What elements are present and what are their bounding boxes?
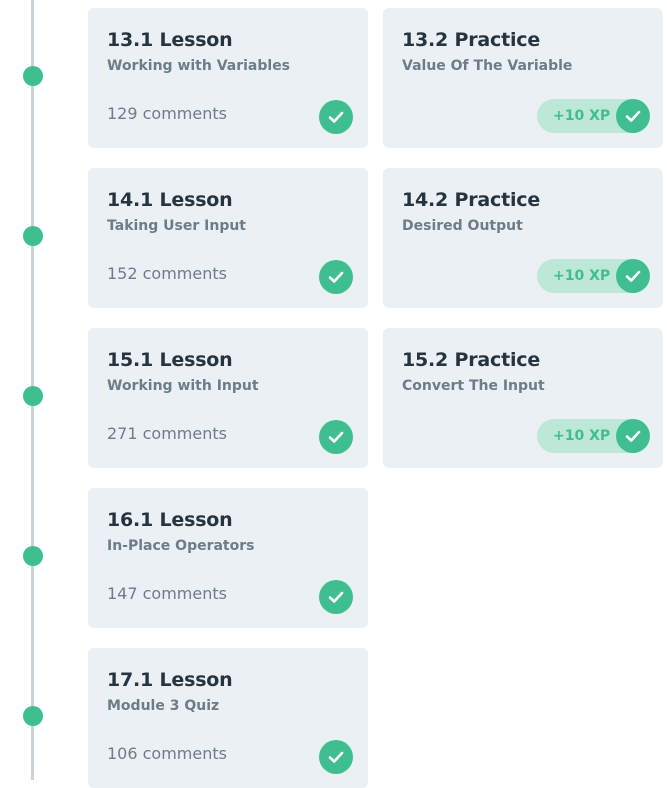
- timeline-dot: [23, 546, 43, 566]
- timeline-dot: [23, 66, 43, 86]
- lesson-title: 17.1 Lesson: [107, 669, 233, 691]
- timeline-dot: [23, 706, 43, 726]
- check-icon: [319, 740, 353, 774]
- xp-badge: +10 XP: [537, 259, 650, 293]
- timeline-row: 13.1 Lesson Working with Variables 129 c…: [0, 8, 667, 148]
- xp-label: +10 XP: [553, 268, 611, 284]
- comments-count[interactable]: 106 comments: [107, 744, 227, 764]
- comments-count[interactable]: 147 comments: [107, 584, 227, 604]
- lesson-card[interactable]: 13.1 Lesson Working with Variables 129 c…: [88, 8, 368, 148]
- timeline-row: 17.1 Lesson Module 3 Quiz 106 comments: [0, 648, 667, 788]
- timeline-row: 16.1 Lesson In-Place Operators 147 comme…: [0, 488, 667, 628]
- check-icon: [319, 100, 353, 134]
- practice-title: 15.2 Practice: [402, 349, 541, 371]
- comments-count[interactable]: 271 comments: [107, 424, 227, 444]
- check-icon: [319, 260, 353, 294]
- xp-badge: +10 XP: [537, 99, 650, 133]
- lesson-subtitle: Working with Input: [107, 378, 259, 394]
- check-icon: [319, 420, 353, 454]
- timeline-row: 14.1 Lesson Taking User Input 152 commen…: [0, 168, 667, 308]
- practice-card[interactable]: 14.2 Practice Desired Output +10 XP: [383, 168, 663, 308]
- xp-label: +10 XP: [553, 428, 611, 444]
- lesson-subtitle: In-Place Operators: [107, 538, 255, 554]
- lesson-subtitle: Taking User Input: [107, 218, 246, 234]
- practice-subtitle: Value Of The Variable: [402, 58, 573, 74]
- xp-label: +10 XP: [553, 108, 611, 124]
- lesson-card[interactable]: 14.1 Lesson Taking User Input 152 commen…: [88, 168, 368, 308]
- lesson-title: 16.1 Lesson: [107, 509, 233, 531]
- lesson-title: 14.1 Lesson: [107, 189, 233, 211]
- xp-badge: +10 XP: [537, 419, 650, 453]
- practice-title: 13.2 Practice: [402, 29, 541, 51]
- check-icon: [616, 99, 650, 133]
- practice-subtitle: Convert The Input: [402, 378, 545, 394]
- lesson-card[interactable]: 17.1 Lesson Module 3 Quiz 106 comments: [88, 648, 368, 788]
- timeline-dot: [23, 386, 43, 406]
- check-icon: [616, 419, 650, 453]
- lesson-subtitle: Module 3 Quiz: [107, 698, 220, 714]
- lesson-card[interactable]: 16.1 Lesson In-Place Operators 147 comme…: [88, 488, 368, 628]
- comments-count[interactable]: 152 comments: [107, 264, 227, 284]
- check-icon: [616, 259, 650, 293]
- practice-card[interactable]: 15.2 Practice Convert The Input +10 XP: [383, 328, 663, 468]
- lesson-title: 13.1 Lesson: [107, 29, 233, 51]
- timeline-dot: [23, 226, 43, 246]
- lesson-subtitle: Working with Variables: [107, 58, 291, 74]
- practice-title: 14.2 Practice: [402, 189, 541, 211]
- practice-subtitle: Desired Output: [402, 218, 523, 234]
- lesson-card[interactable]: 15.1 Lesson Working with Input 271 comme…: [88, 328, 368, 468]
- check-icon: [319, 580, 353, 614]
- comments-count[interactable]: 129 comments: [107, 104, 227, 124]
- practice-card[interactable]: 13.2 Practice Value Of The Variable +10 …: [383, 8, 663, 148]
- lesson-title: 15.1 Lesson: [107, 349, 233, 371]
- timeline-row: 15.1 Lesson Working with Input 271 comme…: [0, 328, 667, 468]
